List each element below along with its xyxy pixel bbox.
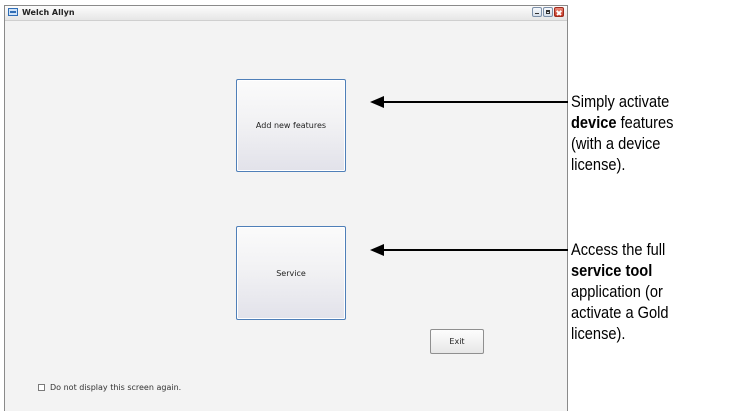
dont-display-label: Do not display this screen again. xyxy=(50,383,182,392)
callout-service: Access the full service tool application … xyxy=(571,239,708,344)
minimize-icon[interactable] xyxy=(532,7,542,17)
app-window: Welch Allyn Add new features Service Exi… xyxy=(4,5,568,411)
callout-features-bold: device xyxy=(571,113,617,132)
callout-features: Simply activate device features (with a d… xyxy=(571,91,708,175)
service-label: Service xyxy=(276,268,306,278)
dont-display-option[interactable]: Do not display this screen again. xyxy=(38,383,181,392)
arrow-line xyxy=(382,101,568,103)
add-new-features-label: Add new features xyxy=(255,121,327,130)
dont-display-checkbox[interactable] xyxy=(38,384,45,391)
title-bar[interactable]: Welch Allyn xyxy=(5,6,567,21)
close-icon[interactable] xyxy=(554,7,564,17)
callout-service-rest: application (or activate a Gold license)… xyxy=(571,282,669,343)
callout-arrow-features xyxy=(370,96,568,108)
callout-arrow-service xyxy=(370,244,568,256)
app-icon xyxy=(8,8,18,16)
exit-label: Exit xyxy=(449,337,465,346)
callout-service-text: Access the full xyxy=(571,240,666,259)
exit-button[interactable]: Exit xyxy=(430,329,484,354)
window-controls xyxy=(532,7,564,17)
window-title: Welch Allyn xyxy=(22,8,75,17)
arrow-line xyxy=(382,249,568,251)
callout-service-bold: service tool xyxy=(571,261,653,280)
callout-features-text: Simply activate xyxy=(571,92,670,111)
service-button[interactable]: Service xyxy=(236,226,346,320)
maximize-icon[interactable] xyxy=(543,7,553,17)
add-new-features-button[interactable]: Add new features xyxy=(236,79,346,172)
